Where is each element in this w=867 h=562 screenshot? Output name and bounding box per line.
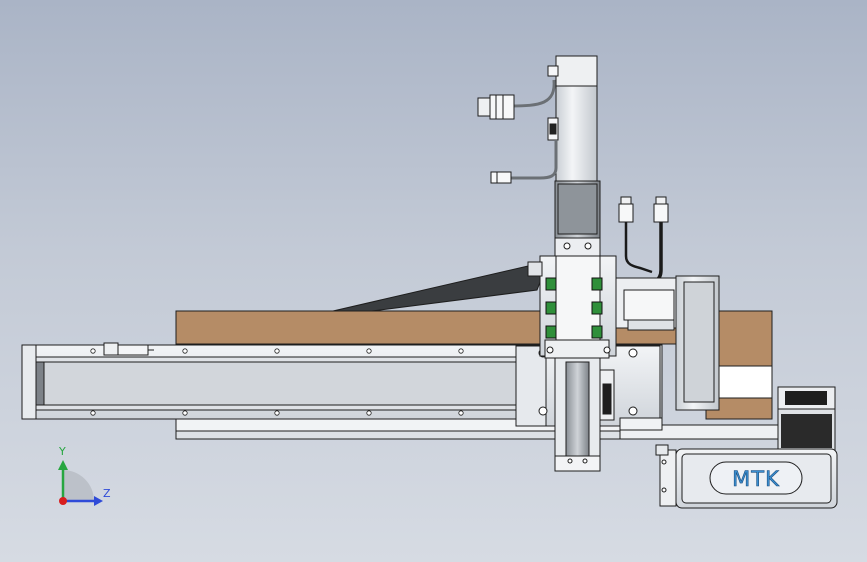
- rail-screw: [274, 348, 280, 354]
- green-bracket: [591, 325, 603, 339]
- rail-screw: [458, 348, 464, 354]
- green-bracket: [545, 301, 557, 315]
- green-bracket: [545, 325, 557, 339]
- rail-screw: [90, 410, 96, 416]
- linear-rail-y: [554, 357, 601, 472]
- z-axis-label: Z: [103, 487, 111, 500]
- green-bracket: [591, 277, 603, 291]
- base-plate: [175, 418, 781, 440]
- encoder-connector: [490, 171, 512, 184]
- green-bracket: [545, 277, 557, 291]
- sensor-cables: [618, 196, 669, 286]
- rail-screw: [90, 348, 96, 354]
- limit-sensor: [599, 369, 615, 421]
- rail-screw: [366, 410, 372, 416]
- power-connector: [477, 94, 515, 120]
- cad-viewport[interactable]: MTK Y Z: [0, 0, 867, 562]
- rail-screw: [366, 348, 372, 354]
- rail-screw: [182, 348, 188, 354]
- rail-screw: [458, 410, 464, 416]
- drive-belt: [332, 265, 545, 312]
- rail-screw: [182, 410, 188, 416]
- coordinate-triad: [58, 460, 103, 506]
- end-motor-bracket: [777, 386, 836, 452]
- y-carriage-block: [527, 255, 617, 359]
- green-bracket: [591, 301, 603, 315]
- motor-adapter: [554, 180, 601, 257]
- brand-label: MTK: [732, 467, 780, 491]
- y-axis-label: Y: [58, 445, 66, 458]
- assembly-drawing: MTK Y Z: [21, 55, 838, 509]
- rail-screw: [274, 410, 280, 416]
- rail-cable-connector: [103, 342, 154, 356]
